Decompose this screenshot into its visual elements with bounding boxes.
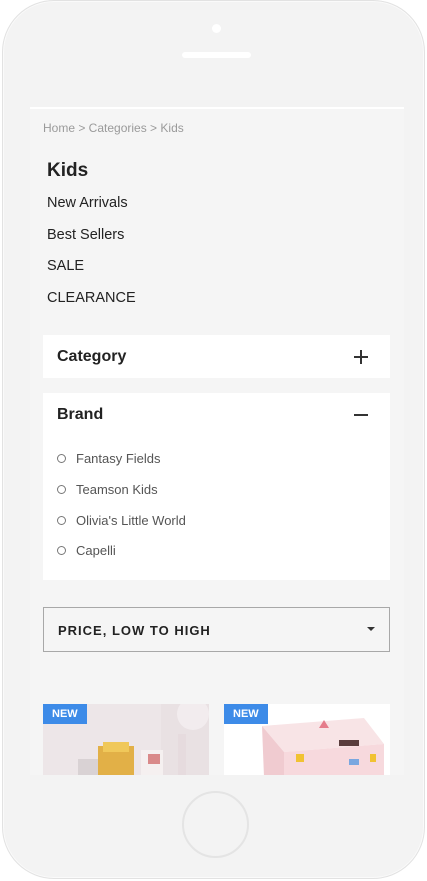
sort-selected-value: PRICE, LOW TO HIGH bbox=[58, 623, 211, 638]
product-card[interactable]: NEW bbox=[224, 704, 390, 775]
caret-down-icon bbox=[367, 627, 375, 631]
brand-option-fantasy-fields[interactable]: Fantasy Fields bbox=[57, 449, 161, 467]
radio-button[interactable] bbox=[57, 484, 66, 494]
minus-icon[interactable] bbox=[354, 414, 368, 416]
new-badge: NEW bbox=[224, 704, 268, 724]
brand-filter-title[interactable]: Brand bbox=[57, 406, 103, 424]
camera-icon bbox=[212, 24, 221, 33]
nav-link-new-arrivals[interactable]: New Arrivals bbox=[47, 195, 128, 211]
nav-link-best-sellers[interactable]: Best Sellers bbox=[47, 227, 124, 243]
screen: Home > Categories > Kids Kids New Arriva… bbox=[30, 107, 404, 775]
product-card[interactable]: NEW bbox=[43, 704, 209, 775]
nav-link-clearance[interactable]: CLEARANCE bbox=[47, 290, 136, 306]
category-filter-title: Category bbox=[57, 348, 127, 365]
breadcrumb[interactable]: Home > Categories > Kids bbox=[43, 121, 184, 135]
brand-option-olivias-little-world[interactable]: Olivia's Little World bbox=[57, 511, 186, 529]
brand-option-label: Fantasy Fields bbox=[76, 450, 161, 466]
radio-button[interactable] bbox=[57, 515, 66, 525]
category-filter-panel[interactable]: Category bbox=[43, 335, 390, 378]
brand-option-label: Capelli bbox=[76, 542, 116, 558]
nav-title[interactable]: Kids bbox=[47, 160, 88, 182]
brand-option-label: Olivia's Little World bbox=[76, 512, 186, 528]
brand-filter-panel: Brand Fantasy Fields Teamson Kids Olivia… bbox=[43, 393, 390, 580]
nav-link-sale[interactable]: SALE bbox=[47, 258, 84, 274]
radio-button[interactable] bbox=[57, 453, 66, 463]
speaker-grille bbox=[182, 52, 251, 58]
phone-frame: Home > Categories > Kids Kids New Arriva… bbox=[2, 0, 425, 879]
brand-option-label: Teamson Kids bbox=[76, 481, 158, 497]
radio-button[interactable] bbox=[57, 545, 66, 555]
sort-select[interactable]: PRICE, LOW TO HIGH bbox=[43, 607, 390, 652]
brand-option-capelli[interactable]: Capelli bbox=[57, 541, 116, 559]
new-badge: NEW bbox=[43, 704, 87, 724]
brand-option-teamson-kids[interactable]: Teamson Kids bbox=[57, 480, 158, 498]
plus-icon[interactable] bbox=[354, 350, 368, 364]
home-button[interactable] bbox=[182, 791, 249, 858]
